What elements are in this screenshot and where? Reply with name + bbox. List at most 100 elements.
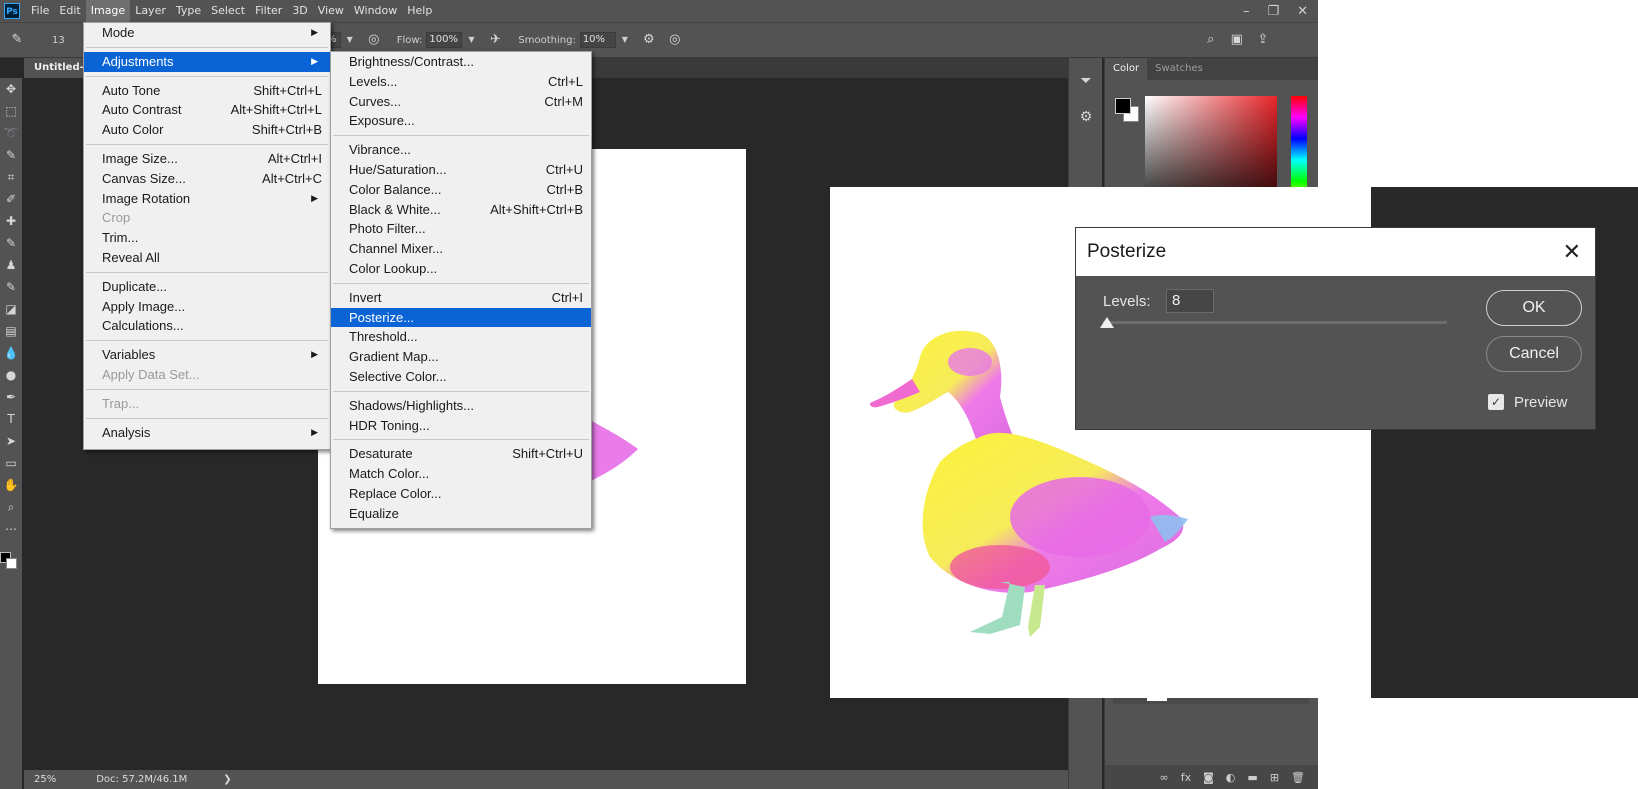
ok-button[interactable]: OK [1486, 290, 1582, 326]
lasso-tool-icon[interactable]: ➰ [0, 122, 22, 144]
pen-tool-icon[interactable]: ✒ [0, 386, 22, 408]
rectangle-tool-icon[interactable]: ▭ [0, 452, 22, 474]
menu-item-duplicate[interactable]: Duplicate... [84, 277, 330, 297]
pressure-opacity-icon[interactable]: ◎ [365, 31, 383, 49]
pressure-size-icon[interactable]: ◎ [666, 31, 684, 49]
fx-icon[interactable]: fx [1181, 771, 1191, 784]
levels-input[interactable]: 8 [1166, 289, 1214, 313]
tab-color[interactable]: Color [1105, 58, 1148, 80]
brush-tool-icon[interactable]: ✎ [8, 31, 26, 49]
link-layers-icon[interactable]: ∞ [1160, 771, 1169, 784]
crop-tool-icon[interactable]: ⌗ [0, 166, 22, 188]
gradient-tool-icon[interactable]: ▤ [0, 320, 22, 342]
smoothing-dropdown-icon[interactable]: ▼ [618, 32, 632, 48]
panel-foreground-swatch[interactable] [1115, 98, 1131, 114]
menu-image[interactable]: Image [85, 0, 131, 22]
menu-item-hdr-toning[interactable]: HDR Toning... [331, 416, 591, 436]
levels-slider-thumb[interactable] [1100, 317, 1114, 328]
menu-item-photo-filter[interactable]: Photo Filter... [331, 219, 591, 239]
workspace-icon[interactable]: ▣ [1228, 31, 1246, 49]
menu-item-color-balance[interactable]: Color Balance... Ctrl+B [331, 180, 591, 200]
close-icon[interactable]: ✕ [1563, 228, 1581, 276]
new-layer-icon[interactable]: ⊞ [1270, 771, 1279, 784]
menu-type[interactable]: Type [171, 0, 206, 22]
menu-item-analysis[interactable]: Analysis ▶ [84, 423, 330, 443]
menu-item-mode[interactable]: Mode ▶ [84, 23, 330, 43]
quick-select-tool-icon[interactable]: ✎ [0, 144, 22, 166]
menu-item-image-size[interactable]: Image Size... Alt+Ctrl+I [84, 149, 330, 169]
menu-item-replace-color[interactable]: Replace Color... [331, 484, 591, 504]
flow-dropdown-icon[interactable]: ▼ [464, 32, 478, 48]
menu-item-exposure[interactable]: Exposure... [331, 111, 591, 131]
history-brush-tool-icon[interactable]: ✎ [0, 276, 22, 298]
adjustment-layer-icon[interactable]: ◐ [1226, 771, 1236, 784]
flow-field[interactable]: 100% [426, 32, 463, 48]
blur-tool-icon[interactable]: 💧 [0, 342, 22, 364]
menu-item-posterize[interactable]: Posterize... [331, 307, 591, 328]
menu-3d[interactable]: 3D [287, 0, 312, 22]
menu-item-selective-color[interactable]: Selective Color... [331, 367, 591, 387]
menu-item-image-rotation[interactable]: Image Rotation ▶ [84, 189, 330, 209]
menu-view[interactable]: View [313, 0, 349, 22]
menu-item-curves[interactable]: Curves... Ctrl+M [331, 92, 591, 112]
menu-item-vibrance[interactable]: Vibrance... [331, 140, 591, 160]
menu-item-invert[interactable]: Invert Ctrl+I [331, 288, 591, 308]
minimize-icon[interactable]: – [1243, 4, 1250, 19]
menu-select[interactable]: Select [206, 0, 250, 22]
search-icon[interactable]: ⌕ [1202, 31, 1220, 49]
type-tool-icon[interactable]: T [0, 408, 22, 430]
menu-item-hue-saturation[interactable]: Hue/Saturation... Ctrl+U [331, 160, 591, 180]
menu-item-apply-image[interactable]: Apply Image... [84, 297, 330, 317]
move-tool-icon[interactable]: ✥ [0, 78, 22, 100]
menu-edit[interactable]: Edit [54, 0, 85, 22]
restore-icon[interactable]: ❐ [1267, 4, 1279, 19]
menu-item-auto-tone[interactable]: Auto Tone Shift+Ctrl+L [84, 81, 330, 101]
mask-icon[interactable]: ◙ [1203, 771, 1214, 784]
healing-tool-icon[interactable]: ✚ [0, 210, 22, 232]
menu-help[interactable]: Help [402, 0, 437, 22]
hand-tool-icon[interactable]: ✋ [0, 474, 22, 496]
menu-item-reveal-all[interactable]: Reveal All [84, 248, 330, 268]
menu-item-desaturate[interactable]: Desaturate Shift+Ctrl+U [331, 444, 591, 464]
zoom-level[interactable]: 25% [34, 774, 56, 785]
menu-item-canvas-size[interactable]: Canvas Size... Alt+Ctrl+C [84, 169, 330, 189]
menu-item-calculations[interactable]: Calculations... [84, 316, 330, 336]
gear-icon[interactable]: ⚙ [640, 31, 658, 49]
menu-item-auto-contrast[interactable]: Auto Contrast Alt+Shift+Ctrl+L [84, 100, 330, 120]
menu-item-equalize[interactable]: Equalize [331, 504, 591, 524]
menu-item-gradient-map[interactable]: Gradient Map... [331, 347, 591, 367]
brush-size-label[interactable]: 13 [52, 35, 65, 46]
menu-item-match-color[interactable]: Match Color... [331, 464, 591, 484]
menu-item-brightness-contrast[interactable]: Brightness/Contrast... [331, 52, 591, 72]
zoom-tool-icon[interactable]: ⌕ [0, 496, 22, 518]
more-tools-icon[interactable]: ⋯ [0, 518, 22, 540]
status-menu-arrow-icon[interactable]: ❯ [223, 774, 231, 785]
background-color-swatch[interactable] [6, 558, 17, 569]
stamp-tool-icon[interactable]: ♟ [0, 254, 22, 276]
airbrush-icon[interactable]: ✈ [486, 31, 504, 49]
menu-item-adjustments[interactable]: Adjustments ▶ [84, 51, 330, 72]
tab-swatches[interactable]: Swatches [1147, 58, 1211, 80]
smoothing-field[interactable]: 10% [579, 32, 616, 48]
menu-item-shadows-highlights[interactable]: Shadows/Highlights... [331, 396, 591, 416]
preview-label[interactable]: Preview [1514, 394, 1567, 411]
menu-item-variables[interactable]: Variables ▶ [84, 345, 330, 365]
path-select-tool-icon[interactable]: ➤ [0, 430, 22, 452]
share-icon[interactable]: ⇪ [1254, 31, 1272, 49]
menu-item-threshold[interactable]: Threshold... [331, 327, 591, 347]
brush-tool-icon-side[interactable]: ✎ [0, 232, 22, 254]
menu-layer[interactable]: Layer [130, 0, 171, 22]
history-panel-icon[interactable]: ⏷ [1071, 68, 1101, 94]
menu-item-color-lookup[interactable]: Color Lookup... [331, 259, 591, 279]
eraser-tool-icon[interactable]: ◪ [0, 298, 22, 320]
opacity-dropdown-icon[interactable]: ▼ [343, 32, 357, 48]
menu-item-black-white[interactable]: Black & White... Alt+Shift+Ctrl+B [331, 200, 591, 220]
folder-icon[interactable]: ▬ [1247, 771, 1257, 784]
menu-item-auto-color[interactable]: Auto Color Shift+Ctrl+B [84, 120, 330, 140]
menu-item-levels[interactable]: Levels... Ctrl+L [331, 72, 591, 92]
menu-file[interactable]: File [26, 0, 54, 22]
levels-slider-track[interactable] [1103, 321, 1447, 324]
cancel-button[interactable]: Cancel [1486, 336, 1582, 372]
close-window-icon[interactable]: ✕ [1297, 4, 1308, 19]
menu-item-channel-mixer[interactable]: Channel Mixer... [331, 239, 591, 259]
